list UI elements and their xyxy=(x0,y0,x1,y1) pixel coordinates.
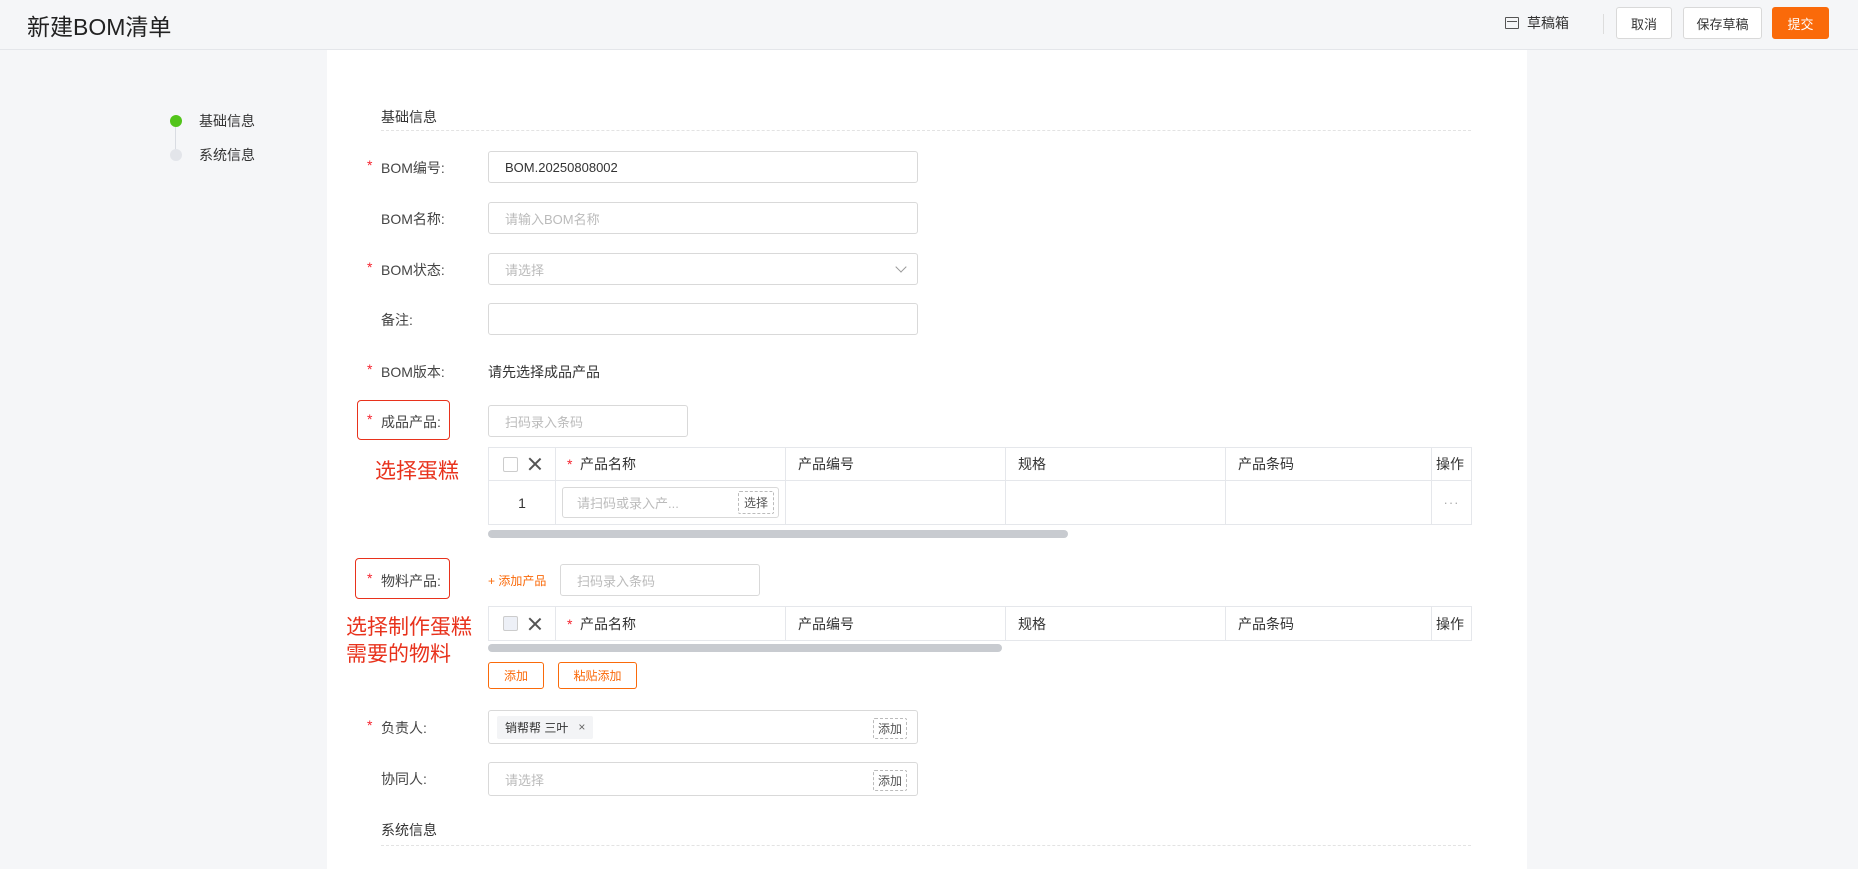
annotation-material-line1: 选择制作蛋糕 xyxy=(346,616,472,639)
column-spec: 规格 xyxy=(1006,448,1226,480)
remark-input[interactable] xyxy=(488,303,918,335)
remark-label: 备注: xyxy=(381,312,413,328)
required-mark: * xyxy=(367,157,373,173)
annotation-material: 选择制作蛋糕 需要的物料 xyxy=(346,614,472,668)
owner-tag-label: 销帮帮 三叶 xyxy=(505,720,569,735)
column-product-code: 产品编号 xyxy=(786,448,1006,480)
step-basic-info[interactable]: 基础信息 xyxy=(170,104,255,138)
add-material-button[interactable]: 添加 xyxy=(488,662,544,689)
add-product-link[interactable]: + 添加产品 xyxy=(488,572,546,589)
select-product-button[interactable]: 选择 xyxy=(737,491,774,514)
owner-add-button[interactable]: 添加 xyxy=(872,718,907,739)
required-mark: * xyxy=(567,615,573,632)
column-product-name: * 产品名称 xyxy=(556,448,786,480)
annotation-finished: 选择蛋糕 xyxy=(375,460,459,483)
header-tools xyxy=(489,448,556,480)
bom-code-input[interactable]: BOM.20250808002 xyxy=(488,151,918,183)
bom-code-label: BOM编号: xyxy=(381,160,445,176)
owner-tag: 销帮帮 三叶 × xyxy=(497,715,594,739)
required-mark: * xyxy=(367,259,373,275)
product-code-cell xyxy=(786,481,1006,524)
paste-add-button[interactable]: 粘贴添加 xyxy=(558,662,637,689)
more-actions-button[interactable]: ··· xyxy=(1432,481,1471,524)
top-bar: 新建BOM清单 草稿箱 取消 保存草稿 提交 xyxy=(0,0,1858,50)
expand-icon[interactable] xyxy=(528,457,542,471)
bom-name-input[interactable]: 请输入BOM名称 xyxy=(488,202,918,234)
step-dot-idle xyxy=(170,149,182,161)
section-divider xyxy=(381,130,1471,131)
step-label: 系统信息 xyxy=(199,147,255,163)
table-header: * 产品名称 产品编号 规格 产品条码 操作 xyxy=(489,607,1471,640)
material-product-scan-input[interactable]: 扫码录入条码 xyxy=(560,564,760,596)
horizontal-scrollbar[interactable] xyxy=(488,644,1002,652)
barcode-cell xyxy=(1226,481,1432,524)
collaborator-label: 协同人: xyxy=(381,771,427,787)
page-title: 新建BOM清单 xyxy=(27,14,172,40)
submit-button[interactable]: 提交 xyxy=(1772,7,1829,39)
bom-status-select[interactable]: 请选择 xyxy=(488,253,918,285)
required-mark: * xyxy=(367,411,373,427)
product-name-cell: 请扫码或录入产... 选择 xyxy=(556,481,786,524)
material-product-label: 物料产品: xyxy=(381,573,441,589)
step-dot-active xyxy=(170,115,182,127)
column-product-name: * 产品名称 xyxy=(556,607,786,640)
required-mark: * xyxy=(367,717,373,733)
bom-name-label: BOM名称: xyxy=(381,211,445,227)
column-actions: 操作 xyxy=(1436,615,1464,632)
drafts-label: 草稿箱 xyxy=(1527,15,1569,31)
step-label: 基础信息 xyxy=(199,113,255,129)
owner-label: 负责人: xyxy=(381,720,427,736)
column-product-code: 产品编号 xyxy=(786,607,1006,640)
required-mark: * xyxy=(367,570,373,586)
column-label: 产品名称 xyxy=(580,615,636,632)
horizontal-scrollbar[interactable] xyxy=(488,530,1068,538)
step-system-info[interactable]: 系统信息 xyxy=(170,138,255,172)
collaborator-field[interactable]: 请选择 添加 xyxy=(488,762,918,796)
archive-icon xyxy=(1505,17,1519,29)
column-barcode: 产品条码 xyxy=(1226,607,1432,640)
collaborator-add-button[interactable]: 添加 xyxy=(872,770,907,791)
required-mark: * xyxy=(367,361,373,377)
owner-field[interactable]: 销帮帮 三叶 × 添加 xyxy=(488,710,918,744)
column-spec: 规格 xyxy=(1006,607,1226,640)
column-barcode: 产品条码 xyxy=(1226,448,1432,480)
bom-status-label: BOM状态: xyxy=(381,262,445,278)
divider xyxy=(1603,14,1604,34)
finished-product-table: * 产品名称 产品编号 规格 产品条码 操作 1 请扫码或录入产... 选择 ·… xyxy=(488,447,1472,525)
bom-version-label: BOM版本: xyxy=(381,364,445,380)
section-title-basic: 基础信息 xyxy=(381,109,437,125)
bom-status-placeholder: 请选择 xyxy=(505,262,545,278)
save-draft-button[interactable]: 保存草稿 xyxy=(1683,7,1762,39)
product-name-placeholder: 请扫码或录入产... xyxy=(577,496,679,511)
section-title-system: 系统信息 xyxy=(381,822,437,838)
column-actions: 操作 xyxy=(1436,456,1464,472)
collaborator-placeholder: 请选择 xyxy=(505,772,545,788)
row-index: 1 xyxy=(489,481,556,524)
column-label: 产品名称 xyxy=(580,456,636,472)
step-nav: 基础信息 系统信息 xyxy=(170,104,255,172)
close-icon[interactable]: × xyxy=(578,720,585,734)
cancel-button[interactable]: 取消 xyxy=(1616,7,1672,39)
expand-icon[interactable] xyxy=(528,617,542,631)
table-header: * 产品名称 产品编号 规格 产品条码 操作 xyxy=(489,448,1471,481)
table-row: 1 请扫码或录入产... 选择 ··· xyxy=(489,481,1471,524)
spec-cell xyxy=(1006,481,1226,524)
select-all-checkbox[interactable] xyxy=(503,456,518,472)
form-panel: 基础信息 * BOM编号: BOM.20250808002 BOM名称: 请输入… xyxy=(327,50,1527,869)
material-product-table: * 产品名称 产品编号 规格 产品条码 操作 xyxy=(488,606,1472,641)
select-all-checkbox[interactable] xyxy=(503,616,518,631)
product-name-input[interactable]: 请扫码或录入产... 选择 xyxy=(562,487,779,518)
annotation-material-line2: 需要的物料 xyxy=(346,643,451,666)
required-mark: * xyxy=(567,456,573,472)
header-tools xyxy=(489,607,556,640)
bom-version-value: 请先选择成品产品 xyxy=(488,364,600,380)
finished-product-label: 成品产品: xyxy=(381,414,441,430)
drafts-button[interactable]: 草稿箱 xyxy=(1505,13,1569,33)
finished-product-scan-input[interactable]: 扫码录入条码 xyxy=(488,405,688,437)
section-divider xyxy=(381,845,1471,846)
chevron-down-icon xyxy=(895,261,907,273)
